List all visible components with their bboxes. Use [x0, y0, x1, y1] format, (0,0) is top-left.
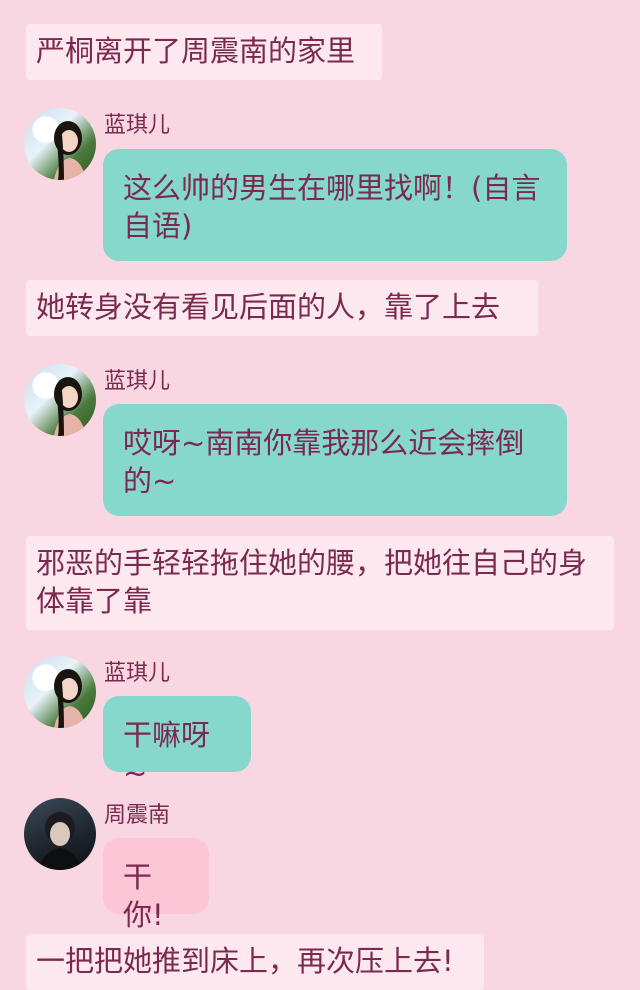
narration-text: 她转身没有看见后面的人，靠了上去 [26, 280, 538, 336]
girl-avatar[interactable] [24, 364, 96, 436]
narration-text: 严桐离开了周震南的家里 [26, 24, 382, 80]
narration-text: 一把把她推到床上，再次压上去! [26, 934, 484, 990]
boy-avatar[interactable] [24, 798, 96, 870]
sender-name: 蓝琪儿 [104, 369, 171, 394]
girl-avatar[interactable] [24, 656, 96, 728]
girl-avatar[interactable] [24, 108, 96, 180]
narration-text: 邪恶的手轻轻拖住她的腰，把她往自己的身体靠了靠 [26, 536, 614, 630]
message-bubble: 干你! [103, 838, 209, 932]
message-bubble: 干嘛呀~ [103, 696, 251, 790]
message-bubble: 哎呀~南南你靠我那么近会摔倒的~ [103, 404, 567, 516]
sender-name: 蓝琪儿 [104, 661, 171, 686]
sender-name: 周震南 [104, 803, 171, 828]
sender-name: 蓝琪儿 [104, 113, 171, 138]
message-bubble: 这么帅的男生在哪里找啊！(自言自语) [103, 149, 567, 261]
